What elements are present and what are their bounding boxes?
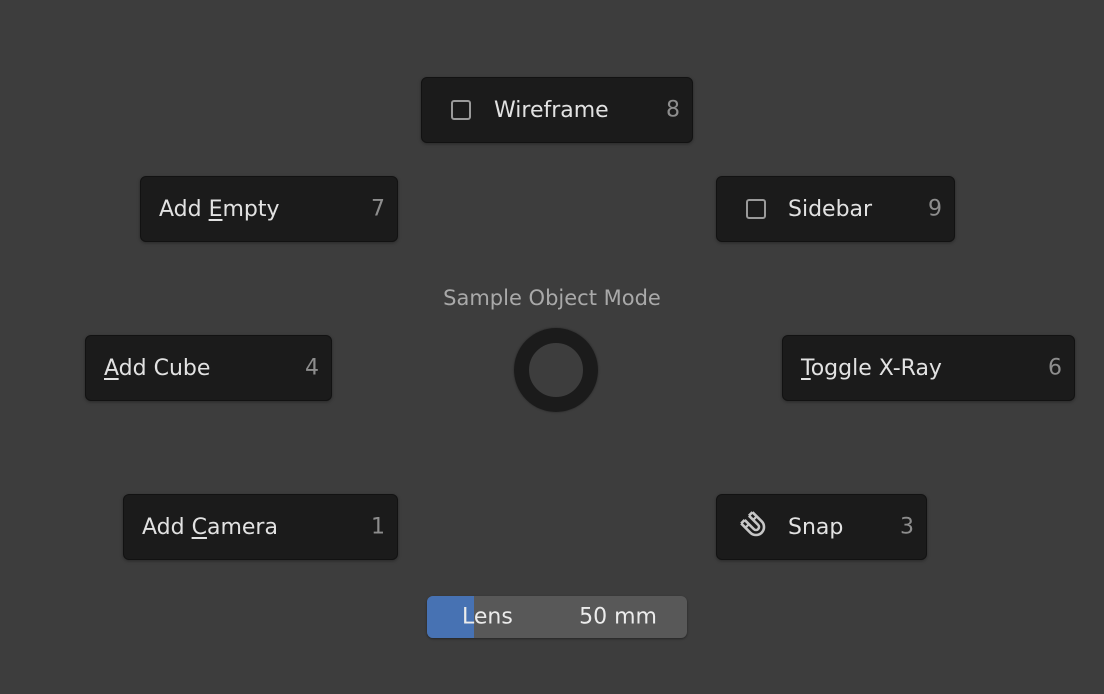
toggle-xray-label: Toggle X-Ray xyxy=(801,355,942,381)
wireframe-label: Wireframe xyxy=(494,97,609,123)
pie-item-add-camera[interactable]: Add Camera 1 xyxy=(123,494,398,560)
add-camera-label: Add Camera xyxy=(142,514,278,540)
pie-item-sidebar[interactable]: Sidebar 9 xyxy=(716,176,955,242)
shortcut-key: 8 xyxy=(666,97,680,123)
shortcut-key: 4 xyxy=(305,355,319,381)
shortcut-key: 7 xyxy=(371,196,385,222)
pie-item-add-cube[interactable]: Add Cube 4 xyxy=(85,335,332,401)
lens-label: Lens xyxy=(462,604,513,630)
pie-item-toggle-xray[interactable]: Toggle X-Ray 6 xyxy=(782,335,1075,401)
magnet-icon xyxy=(739,510,773,544)
pie-menu-title: Sample Object Mode xyxy=(443,286,661,310)
snap-label: Snap xyxy=(788,514,844,540)
pie-center-ring xyxy=(514,328,598,412)
checkbox-icon[interactable] xyxy=(746,199,766,219)
shortcut-key: 1 xyxy=(371,514,385,540)
lens-slider[interactable]: Lens 50 mm xyxy=(427,596,687,638)
lens-value: 50 mm xyxy=(579,604,657,630)
pie-item-wireframe[interactable]: Wireframe 8 xyxy=(421,77,693,143)
sidebar-label: Sidebar xyxy=(788,196,873,222)
checkbox-icon[interactable] xyxy=(451,100,471,120)
add-cube-label: Add Cube xyxy=(104,355,211,381)
pie-item-add-empty[interactable]: Add Empty 7 xyxy=(140,176,398,242)
pie-item-snap[interactable]: Snap 3 xyxy=(716,494,927,560)
shortcut-key: 6 xyxy=(1048,355,1062,381)
shortcut-key: 3 xyxy=(900,514,914,540)
add-empty-label: Add Empty xyxy=(159,196,280,222)
shortcut-key: 9 xyxy=(928,196,942,222)
